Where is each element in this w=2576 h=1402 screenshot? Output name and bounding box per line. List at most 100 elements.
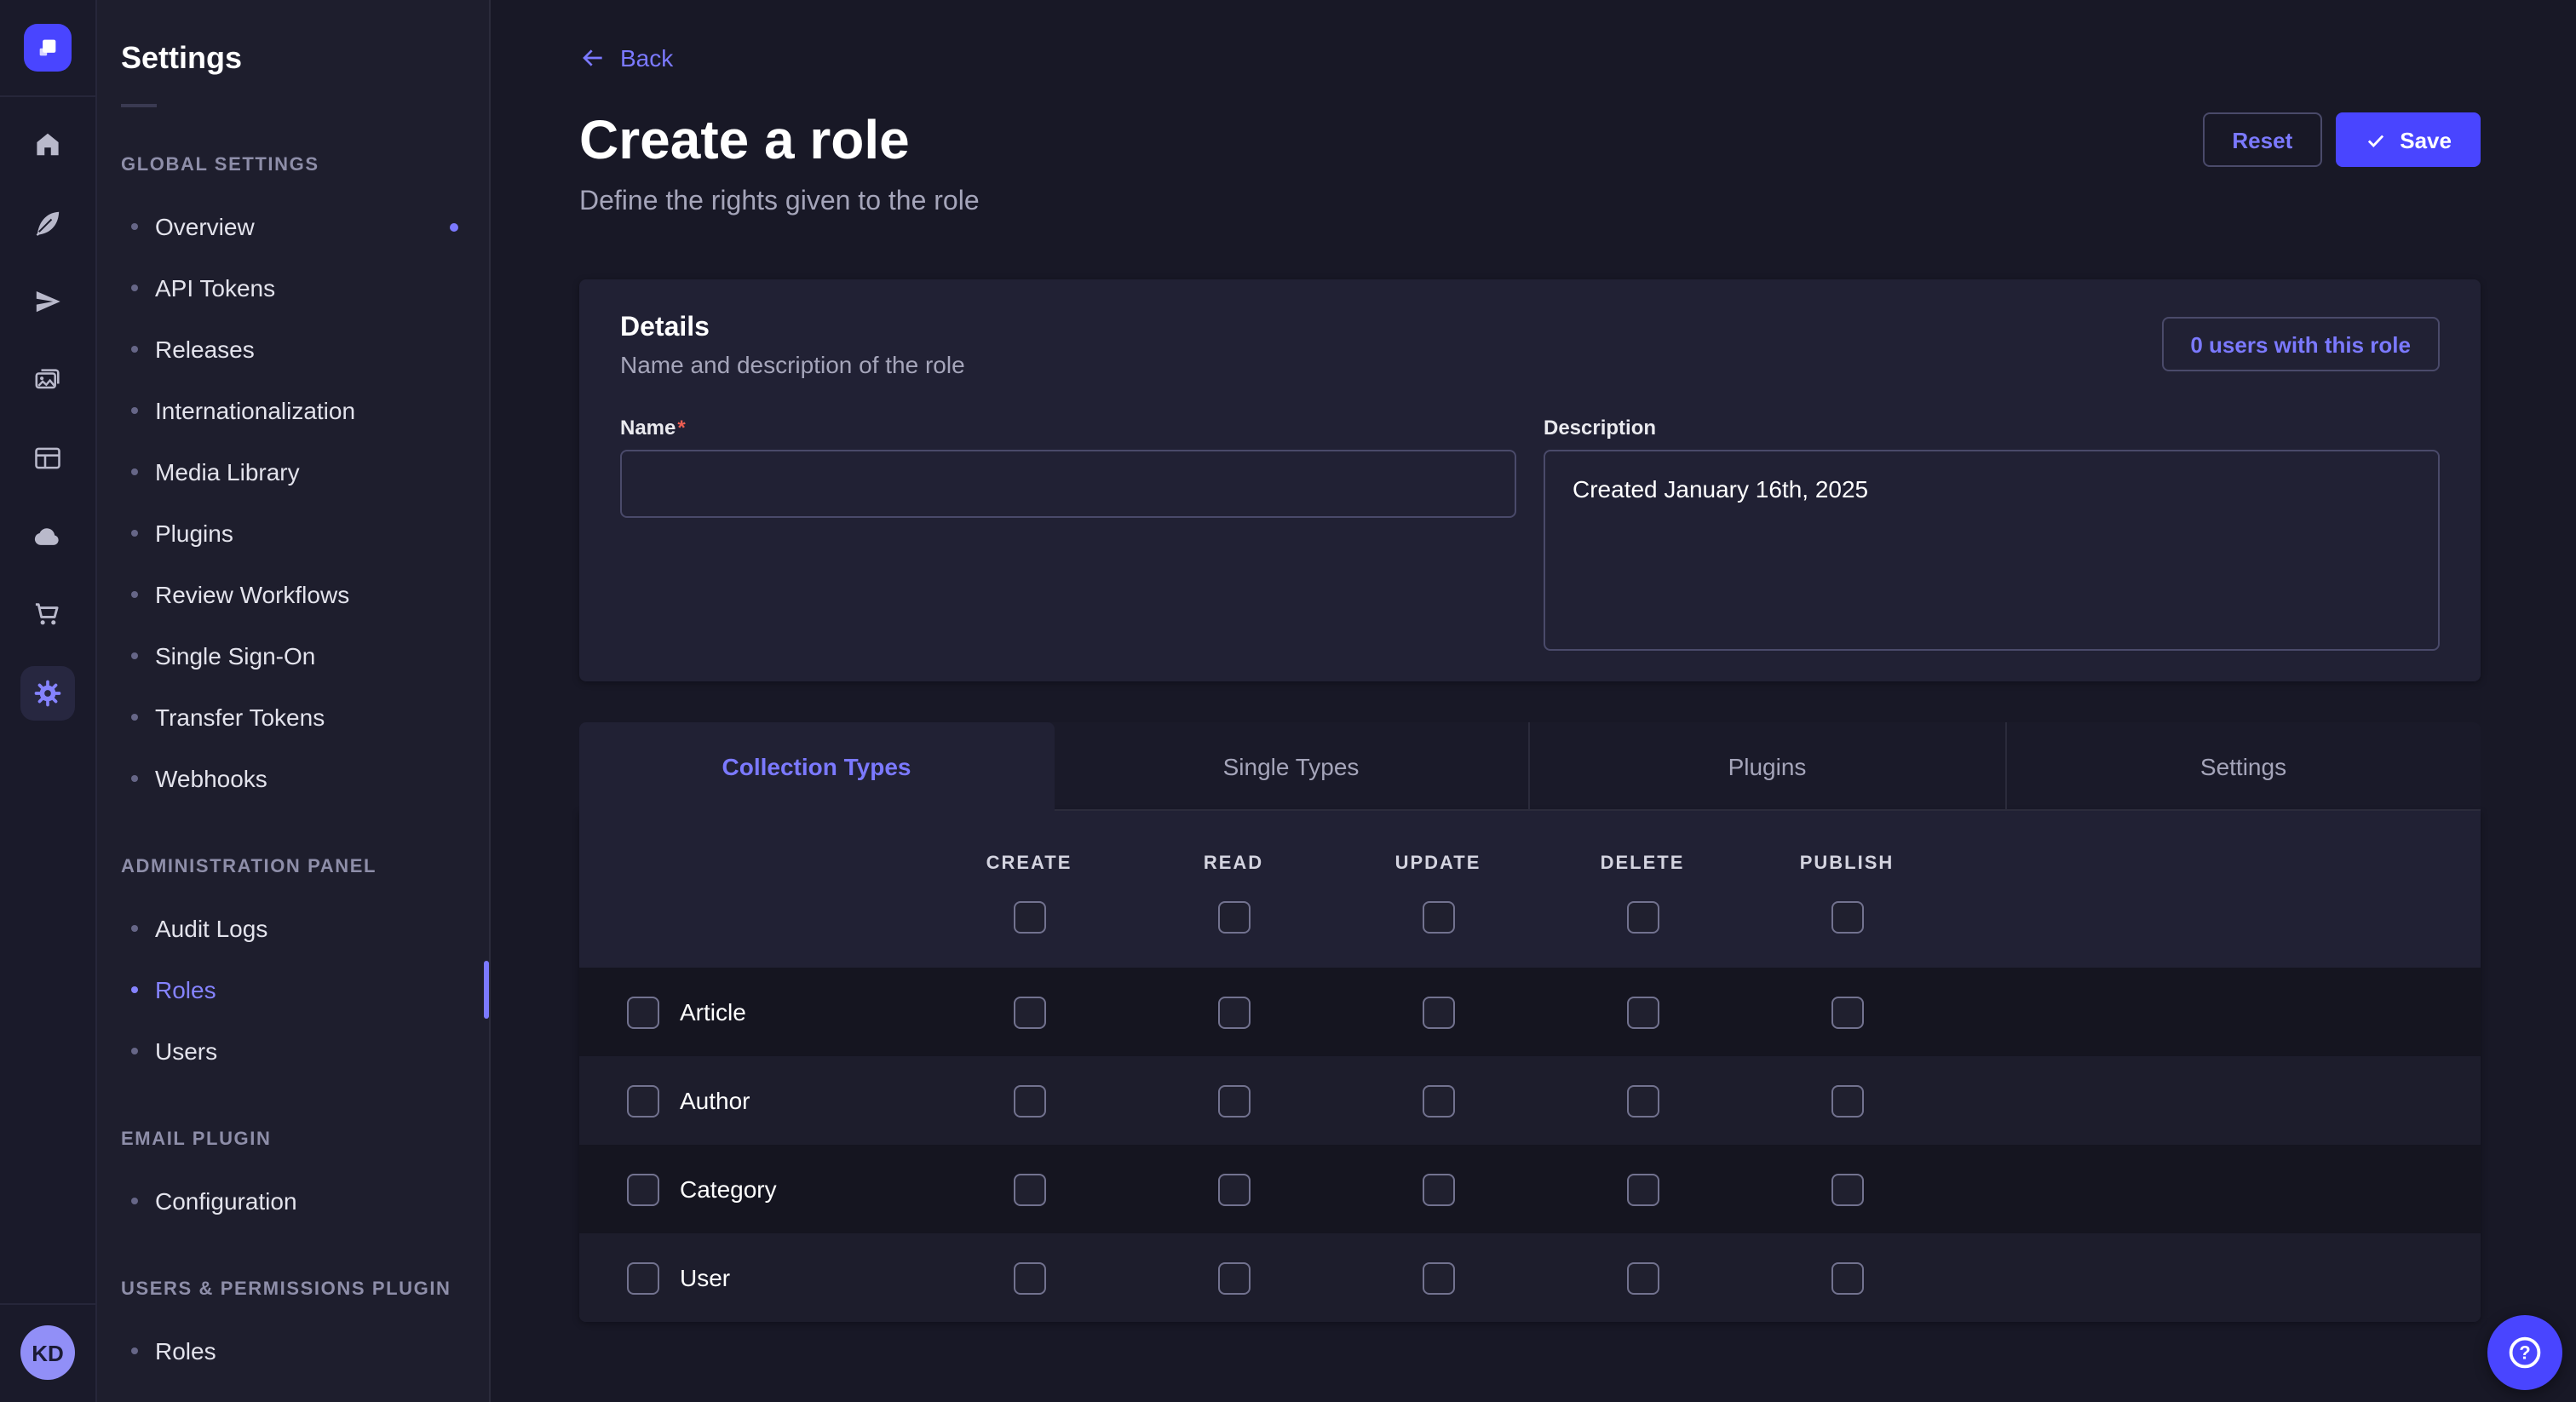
sidebar-item-overview[interactable]: Overview xyxy=(97,196,489,257)
sidebar-item-internationalization[interactable]: Internationalization xyxy=(97,380,489,441)
tab-collection-types[interactable]: Collection Types xyxy=(579,722,1054,811)
article-delete-checkbox[interactable] xyxy=(1626,996,1659,1028)
select-all-publish-checkbox[interactable] xyxy=(1831,901,1863,934)
table-row-user: User xyxy=(579,1233,2481,1322)
sidebar-item-audit-logs[interactable]: Audit Logs xyxy=(97,898,489,959)
sidebar-item-users[interactable]: Users xyxy=(97,1020,489,1082)
bullet-dot xyxy=(131,468,138,475)
strapi-logo[interactable] xyxy=(24,24,72,72)
category-row-checkbox[interactable] xyxy=(627,1173,659,1205)
permissions-section: Collection Types Single Types Plugins Se… xyxy=(579,722,2481,1322)
category-create-checkbox[interactable] xyxy=(1013,1173,1045,1205)
cloud-icon[interactable] xyxy=(20,509,75,564)
article-row-checkbox[interactable] xyxy=(627,996,659,1028)
paper-plane-icon[interactable] xyxy=(20,274,75,329)
users-with-role-button[interactable]: 0 users with this role xyxy=(2161,317,2440,371)
name-field-group: Name* xyxy=(620,416,1516,659)
article-update-checkbox[interactable] xyxy=(1422,996,1454,1028)
description-field-group: Description Created January 16th, 2025 xyxy=(1544,416,2440,659)
name-input[interactable] xyxy=(620,450,1516,518)
rail-divider xyxy=(0,95,95,97)
sidebar-item-providers[interactable]: Providers xyxy=(97,1382,489,1402)
sidebar-item-transfer-tokens[interactable]: Transfer Tokens xyxy=(97,687,489,748)
sidebar-item-single-sign-on[interactable]: Single Sign-On xyxy=(97,625,489,687)
settings-subnav: Settings Global Settings Overview API To… xyxy=(97,0,491,1402)
save-button[interactable]: Save xyxy=(2335,112,2481,167)
svg-text:?: ? xyxy=(2519,1342,2530,1364)
back-link[interactable]: Back xyxy=(579,44,673,72)
sidebar-item-up-roles[interactable]: Roles xyxy=(97,1320,489,1382)
author-row-checkbox[interactable] xyxy=(627,1084,659,1117)
name-label: Name* xyxy=(620,416,1516,440)
sidebar-item-configuration[interactable]: Configuration xyxy=(97,1170,489,1232)
back-arrow-icon xyxy=(579,44,607,72)
author-publish-checkbox[interactable] xyxy=(1831,1084,1863,1117)
description-textarea[interactable]: Created January 16th, 2025 xyxy=(1544,450,2440,651)
sidebar-item-label: Roles xyxy=(155,976,216,1003)
user-delete-checkbox[interactable] xyxy=(1626,1261,1659,1294)
sidebar-item-label: Transfer Tokens xyxy=(155,704,325,731)
page-title: Create a role xyxy=(579,106,910,174)
select-all-create-checkbox[interactable] xyxy=(1013,901,1045,934)
author-create-checkbox[interactable] xyxy=(1013,1084,1045,1117)
tab-settings[interactable]: Settings xyxy=(2004,722,2481,811)
sidebar-item-releases[interactable]: Releases xyxy=(97,319,489,380)
author-read-checkbox[interactable] xyxy=(1217,1084,1250,1117)
select-all-read-checkbox[interactable] xyxy=(1217,901,1250,934)
select-all-delete-checkbox[interactable] xyxy=(1626,901,1659,934)
tab-single-types[interactable]: Single Types xyxy=(1054,722,1528,811)
select-all-update-checkbox[interactable] xyxy=(1422,901,1454,934)
category-read-checkbox[interactable] xyxy=(1217,1173,1250,1205)
section-title-global-settings: Global Settings xyxy=(97,135,489,196)
back-label: Back xyxy=(620,44,673,72)
sidebar-item-webhooks[interactable]: Webhooks xyxy=(97,748,489,809)
user-update-checkbox[interactable] xyxy=(1422,1261,1454,1294)
category-update-checkbox[interactable] xyxy=(1422,1173,1454,1205)
bullet-dot xyxy=(131,1347,138,1354)
user-publish-checkbox[interactable] xyxy=(1831,1261,1863,1294)
sidebar-item-roles-active[interactable]: Roles xyxy=(97,959,489,1020)
category-delete-checkbox[interactable] xyxy=(1626,1173,1659,1205)
home-icon[interactable] xyxy=(20,118,75,172)
media-library-icon[interactable] xyxy=(20,353,75,407)
section-title-users-permissions-plugin: Users & Permissions plugin xyxy=(97,1259,489,1320)
required-asterisk: * xyxy=(677,416,685,440)
details-card: Details Name and description of the role… xyxy=(579,279,2481,681)
category-publish-checkbox[interactable] xyxy=(1831,1173,1863,1205)
user-avatar[interactable]: KD xyxy=(20,1325,75,1380)
section-title-email-plugin: Email Plugin xyxy=(97,1109,489,1170)
reset-button[interactable]: Reset xyxy=(2203,112,2321,167)
details-subtitle: Name and description of the role xyxy=(620,351,965,378)
marketplace-cart-icon[interactable] xyxy=(20,588,75,642)
sidebar-item-media-library[interactable]: Media Library xyxy=(97,441,489,503)
article-create-checkbox[interactable] xyxy=(1013,996,1045,1028)
details-form: Name* Description Created January 16th, … xyxy=(620,416,2440,659)
user-row-checkbox[interactable] xyxy=(627,1261,659,1294)
article-read-checkbox[interactable] xyxy=(1217,996,1250,1028)
notification-dot xyxy=(450,222,458,231)
sidebar-item-label: Releases xyxy=(155,336,255,363)
sidebar-item-label: Single Sign-On xyxy=(155,642,315,669)
settings-gear-icon[interactable] xyxy=(20,666,75,721)
active-item-indicator xyxy=(484,961,489,1019)
column-header-create: Create xyxy=(927,853,1131,874)
tab-plugins[interactable]: Plugins xyxy=(1528,722,2004,811)
details-card-header: Details Name and description of the role… xyxy=(620,313,2440,378)
column-header-update: Update xyxy=(1336,853,1540,874)
sidebar-item-plugins[interactable]: Plugins xyxy=(97,503,489,564)
user-create-checkbox[interactable] xyxy=(1013,1261,1045,1294)
row-label: Article xyxy=(680,998,746,1026)
article-publish-checkbox[interactable] xyxy=(1831,996,1863,1028)
author-update-checkbox[interactable] xyxy=(1422,1084,1454,1117)
user-read-checkbox[interactable] xyxy=(1217,1261,1250,1294)
strapi-logo-icon xyxy=(34,34,61,61)
author-delete-checkbox[interactable] xyxy=(1626,1084,1659,1117)
sidebar-item-review-workflows[interactable]: Review Workflows xyxy=(97,564,489,625)
main-content: Back Create a role Reset Save Define the… xyxy=(491,0,2576,1402)
content-feather-icon[interactable] xyxy=(20,196,75,250)
help-button[interactable]: ? xyxy=(2487,1315,2562,1390)
sidebar-item-api-tokens[interactable]: API Tokens xyxy=(97,257,489,319)
layout-icon[interactable] xyxy=(20,431,75,486)
sidebar-item-label: Audit Logs xyxy=(155,915,267,942)
sidebar-item-label: Overview xyxy=(155,213,255,240)
